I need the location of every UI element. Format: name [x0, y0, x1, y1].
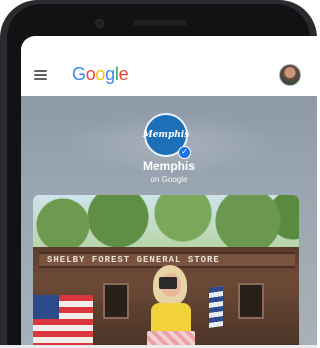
- logo-letter: g: [105, 64, 115, 84]
- american-flag: [33, 295, 93, 348]
- business-photo[interactable]: SHELBY FOREST GENERAL STORE: [33, 195, 299, 348]
- menu-bar-line: [34, 70, 47, 72]
- person-top: [151, 303, 191, 333]
- phone-screen: Google Memphis ✓ Memphis on Google SHELB…: [21, 36, 317, 348]
- hamburger-menu-icon[interactable]: [34, 70, 47, 80]
- logo-letter: o: [85, 64, 96, 84]
- camera-icon: [159, 277, 177, 289]
- flag-banner: [209, 286, 223, 328]
- phone-device: Google Memphis ✓ Memphis on Google SHELB…: [0, 0, 317, 348]
- front-camera-icon: [95, 19, 104, 28]
- check-icon: ✓: [178, 146, 191, 159]
- logo-letter: e: [118, 64, 129, 84]
- logo-letter: o: [95, 64, 106, 84]
- earpiece-speaker: [133, 20, 187, 26]
- menu-bar-line: [34, 78, 47, 80]
- store-window: [103, 283, 129, 319]
- menu-bar-line: [34, 74, 47, 76]
- business-subtitle: on Google: [150, 175, 188, 184]
- logo-letter: G: [72, 64, 86, 84]
- google-logo[interactable]: Google: [72, 64, 129, 85]
- business-logo-text: Memphis: [142, 130, 190, 140]
- app-bar: Google: [21, 56, 317, 96]
- user-avatar[interactable]: [279, 64, 301, 86]
- store-window: [238, 283, 264, 319]
- business-name[interactable]: Memphis: [21, 159, 317, 173]
